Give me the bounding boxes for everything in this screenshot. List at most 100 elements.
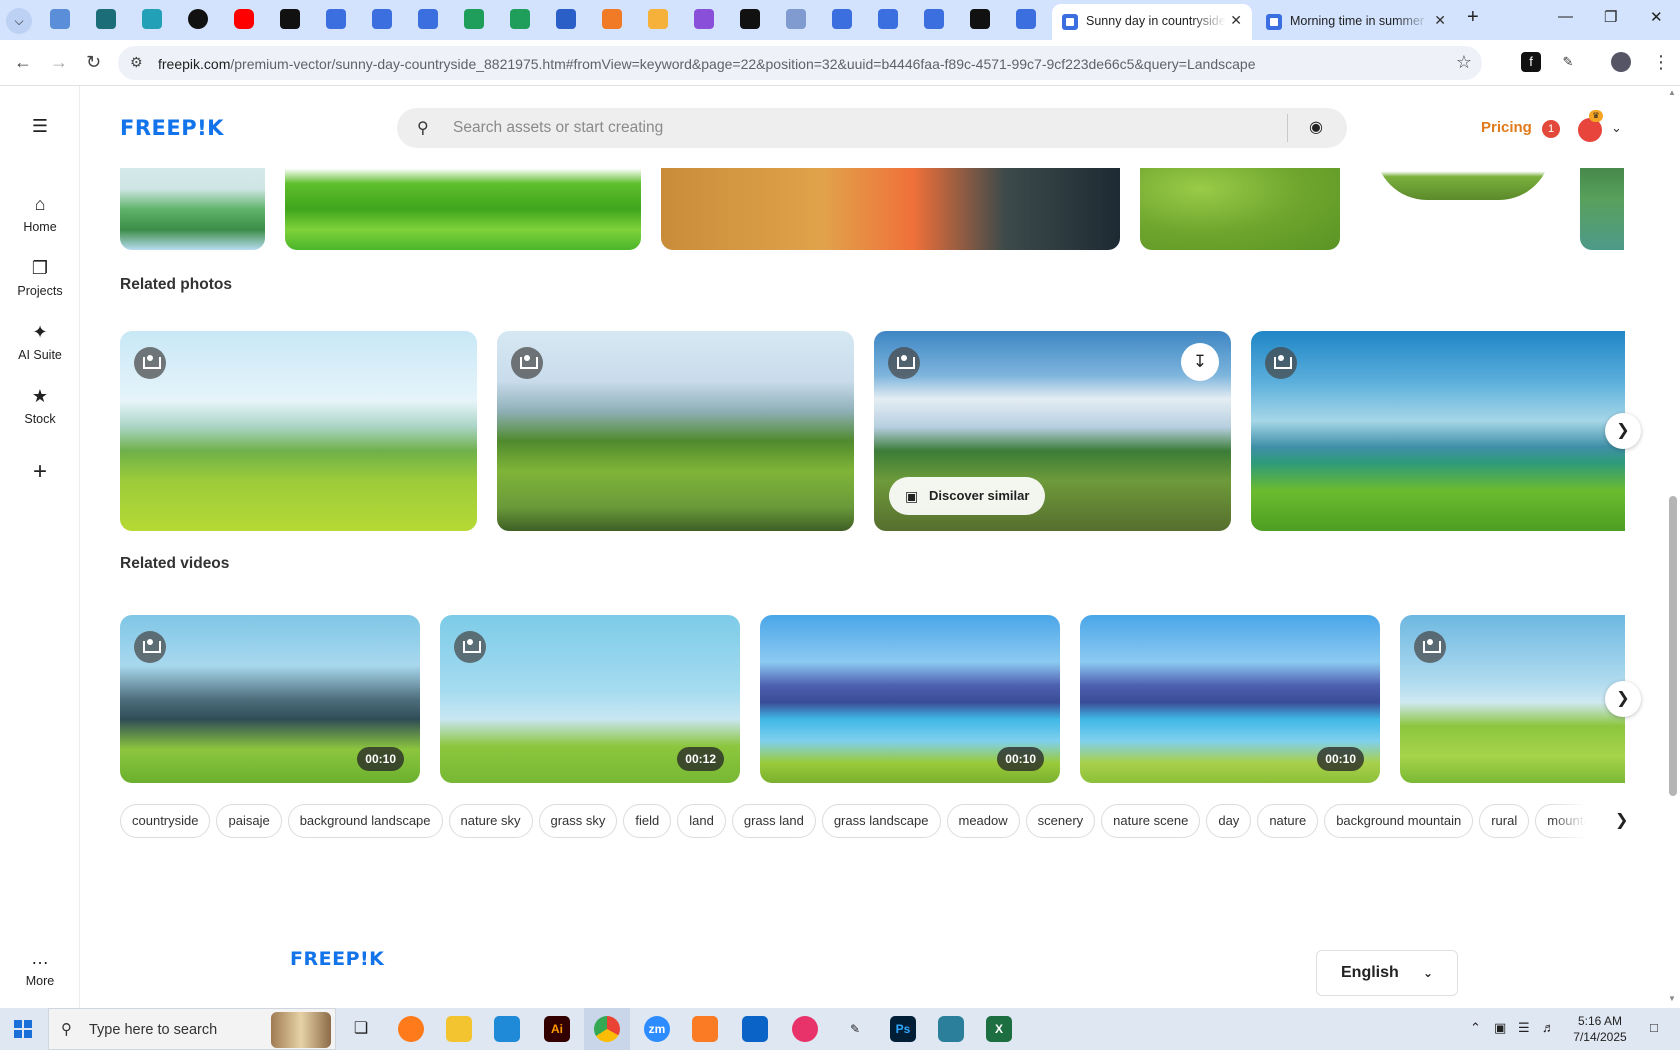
sidebar-item-projects[interactable]: ❐ Projects xyxy=(0,258,80,298)
vpn-app-icon[interactable] xyxy=(938,1016,964,1042)
tag-chip[interactable]: day xyxy=(1206,804,1252,838)
related-photo-thumbnail[interactable] xyxy=(1251,331,1625,531)
notification-center-icon[interactable]: □ xyxy=(1650,1020,1658,1035)
firefox-icon[interactable] xyxy=(398,1016,424,1042)
related-video-thumbnail[interactable]: 00:10 xyxy=(760,615,1060,783)
related-vector-thumbnail[interactable] xyxy=(120,168,265,250)
download-icon[interactable]: ↧ xyxy=(1181,343,1219,381)
new-tab-button[interactable]: + xyxy=(1467,6,1479,29)
pinned-tab-docs-icon[interactable] xyxy=(372,9,392,29)
language-select[interactable]: English ⌄ xyxy=(1316,950,1458,996)
browser-menu-icon[interactable]: ⋮ xyxy=(1652,52,1670,73)
url-bar[interactable]: ⚙ freepik.com/premium-vector/sunny-day-c… xyxy=(118,46,1482,80)
related-vector-thumbnail[interactable] xyxy=(1375,168,1551,200)
tag-chip[interactable]: background landscape xyxy=(287,804,443,838)
site-info-icon[interactable]: ⚙ xyxy=(130,54,143,71)
forward-arrow-icon[interactable]: → xyxy=(50,52,68,73)
related-photo-thumbnail[interactable] xyxy=(497,331,854,531)
close-window-icon[interactable]: ✕ xyxy=(1650,8,1663,26)
notification-badge[interactable]: 1 xyxy=(1542,120,1560,138)
sidebar-item-more[interactable]: … More xyxy=(0,948,80,988)
tab-search-chevron-icon[interactable]: ⌵ xyxy=(6,8,32,34)
tag-chip[interactable]: rural xyxy=(1479,804,1530,838)
related-photo-thumbnail[interactable]: ↧ ▣ Discover similar xyxy=(874,331,1231,531)
related-video-thumbnail[interactable]: 00:12 xyxy=(440,615,740,783)
tray-network-status-icon[interactable]: ▣ xyxy=(1494,1020,1506,1036)
close-tab-icon[interactable]: ✕ xyxy=(1434,12,1446,29)
sidebar-item-stock[interactable]: ★ Stock xyxy=(0,386,80,426)
windows-start-icon[interactable] xyxy=(14,1020,32,1038)
xampp-icon[interactable] xyxy=(692,1016,718,1042)
related-video-thumbnail[interactable] xyxy=(1400,615,1625,783)
tray-volume-icon[interactable]: ♬ xyxy=(1542,1020,1555,1035)
pinned-tab-xampp-icon[interactable] xyxy=(602,9,622,29)
tag-chip[interactable]: nature xyxy=(1257,804,1319,838)
tag-chip[interactable]: field xyxy=(623,804,672,838)
bookmark-star-icon[interactable]: ☆ xyxy=(1456,52,1472,73)
related-vector-thumbnail[interactable] xyxy=(1580,168,1624,250)
pinned-tab-medium-icon[interactable] xyxy=(970,9,990,29)
tray-wifi-icon[interactable]: ☰ xyxy=(1518,1020,1530,1036)
tag-chip[interactable]: countryside xyxy=(120,804,211,838)
profile-avatar-icon[interactable] xyxy=(1611,52,1631,72)
tags-chevron-right-icon[interactable]: ❯ xyxy=(1615,810,1628,830)
scroll-down-arrow-icon[interactable]: ▼ xyxy=(1668,994,1676,1003)
pinned-tab-crown-icon[interactable] xyxy=(648,9,668,29)
vscode-icon[interactable] xyxy=(494,1016,520,1042)
discover-similar-button[interactable]: ▣ Discover similar xyxy=(889,477,1046,515)
related-photo-thumbnail[interactable] xyxy=(120,331,477,531)
taskbar-search-box[interactable]: ⚲ Type here to search xyxy=(48,1008,336,1050)
close-tab-icon[interactable]: ✕ xyxy=(1230,12,1242,29)
page-scrollbar[interactable]: ▲ ▼ xyxy=(1666,86,1680,1008)
related-vector-thumbnail[interactable] xyxy=(1140,168,1340,250)
chrome-icon[interactable] xyxy=(594,1016,620,1042)
pinned-tab-vpn-icon[interactable] xyxy=(96,9,116,29)
pen-tool-icon[interactable]: ✎ xyxy=(842,1016,868,1042)
tag-chip[interactable]: grass land xyxy=(731,804,816,838)
camera-search-icon[interactable]: ◉ xyxy=(1309,117,1323,137)
extensions-puzzle-icon[interactable]: ✎ xyxy=(1558,52,1578,72)
minimize-icon[interactable]: — xyxy=(1558,8,1573,25)
tag-chip[interactable]: land xyxy=(677,804,726,838)
tag-chip[interactable]: nature scene xyxy=(1101,804,1201,838)
pinned-tab-angular-icon[interactable] xyxy=(740,9,760,29)
tag-chip[interactable]: background mountain xyxy=(1324,804,1474,838)
photos-next-button[interactable]: ❯ xyxy=(1605,413,1641,449)
excel-icon[interactable]: X xyxy=(986,1016,1012,1042)
restore-icon[interactable]: ❐ xyxy=(1604,8,1617,26)
pinned-tab-docs-icon[interactable] xyxy=(418,9,438,29)
pinned-tab-arrow-icon[interactable] xyxy=(142,9,162,29)
freepik-logo[interactable]: FREEP!K xyxy=(120,116,224,140)
tab-morning-time[interactable]: Morning time in summer ✕ xyxy=(1256,4,1456,40)
pinned-tab-openai-icon[interactable] xyxy=(188,9,208,29)
tab-sunny-day[interactable]: Sunny day in countryside ✕ xyxy=(1052,4,1252,40)
footer-logo[interactable]: FREEP!K xyxy=(290,948,384,970)
outlook-icon[interactable] xyxy=(742,1016,768,1042)
sidebar-item-home[interactable]: ⌂ Home xyxy=(0,194,80,234)
scrollbar-thumb[interactable] xyxy=(1669,496,1677,796)
user-avatar[interactable]: ♛ xyxy=(1578,110,1603,142)
pinned-tab-globe-icon[interactable] xyxy=(50,9,70,29)
search-input[interactable] xyxy=(453,114,1253,142)
reload-icon[interactable]: ↻ xyxy=(86,52,101,73)
related-vector-thumbnail[interactable] xyxy=(661,168,1120,250)
tag-chip[interactable]: grass sky xyxy=(538,804,618,838)
add-button[interactable]: + xyxy=(0,458,80,485)
taskbar-clock[interactable]: 5:16 AM 7/14/2025 xyxy=(1560,1013,1640,1045)
pinned-tab-bolt-icon[interactable] xyxy=(280,9,300,29)
photoshop-icon[interactable]: Ps xyxy=(890,1016,916,1042)
back-arrow-icon[interactable]: ← xyxy=(14,52,32,73)
chevron-down-icon[interactable]: ⌄ xyxy=(1611,120,1622,136)
scroll-up-arrow-icon[interactable]: ▲ xyxy=(1668,88,1676,97)
tag-chip[interactable]: nature sky xyxy=(448,804,533,838)
tag-chip[interactable]: grass landscape xyxy=(821,804,941,838)
pinned-tab-youtube-icon[interactable] xyxy=(234,9,254,29)
pinned-tab-docs-icon[interactable] xyxy=(326,9,346,29)
extension-f-icon[interactable]: f xyxy=(1521,52,1541,72)
pinned-tab-sheets-icon[interactable] xyxy=(510,9,530,29)
sidebar-item-ai-suite[interactable]: ✦ AI Suite xyxy=(0,322,80,362)
pinned-tab-sheets-icon[interactable] xyxy=(464,9,484,29)
pinned-tab-code-icon[interactable] xyxy=(694,9,714,29)
pinned-tab-forms-icon[interactable] xyxy=(1016,9,1036,29)
related-video-thumbnail[interactable]: 00:10 xyxy=(1080,615,1380,783)
